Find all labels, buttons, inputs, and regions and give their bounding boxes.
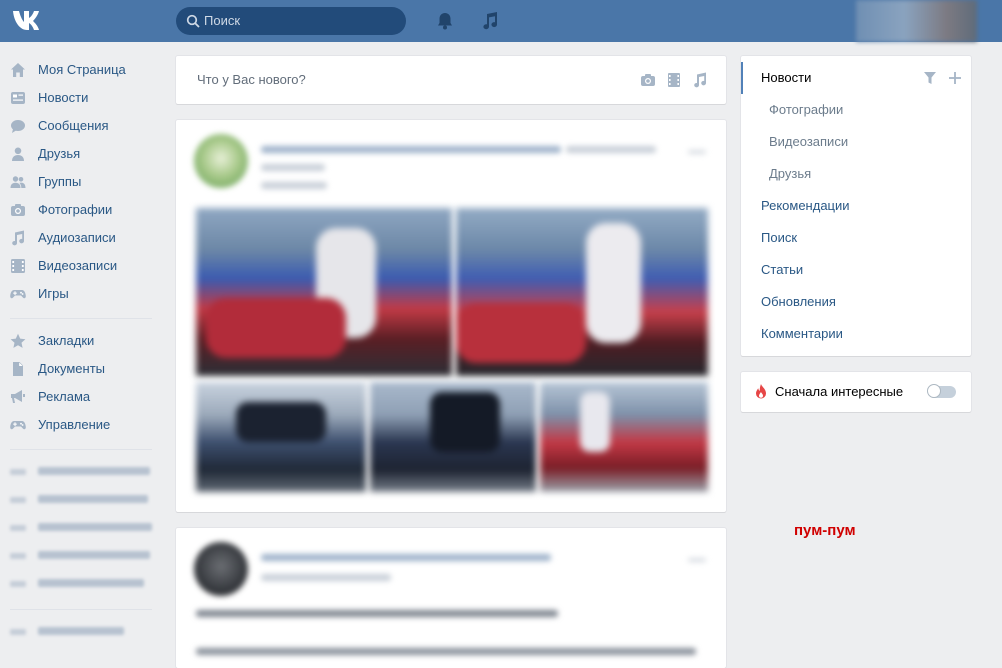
nav-photos[interactable]: Фотографии [10,196,160,224]
nav-videos[interactable]: Видеозаписи [10,252,160,280]
interesting-first-panel[interactable]: Сначала интересные [741,372,971,412]
nav-label: Видеозаписи [38,258,118,273]
interesting-first-label: Сначала интересные [775,384,904,399]
nav-label: Моя Страница [38,62,126,77]
menu-friends[interactable]: Друзья [769,158,811,190]
nav-ads[interactable]: Реклама [10,383,160,411]
feed-post [176,528,726,668]
post-options-icon[interactable] [688,150,706,154]
post-photo[interactable] [456,208,708,376]
music-icon [12,230,25,246]
post-options-icon[interactable] [688,558,706,562]
gamepad-icon [10,421,26,430]
feed-post [176,120,726,512]
plus-icon[interactable] [948,71,962,85]
fire-icon [756,384,766,399]
nav-label: Игры [38,286,69,301]
document-icon [13,362,23,376]
nav-label: Управление [38,417,111,432]
post-photo[interactable] [196,208,452,376]
nav-divider [10,449,152,450]
nav-documents[interactable]: Документы [10,355,160,383]
filter-icon[interactable] [923,71,937,85]
nav-label: Фотографии [38,202,113,217]
post-author-avatar[interactable] [194,542,248,596]
nav-my-page[interactable]: Моя Страница [10,56,160,84]
composer-placeholder: Что у Вас нового? [197,72,306,87]
news-icon [11,92,25,104]
menu-updates[interactable]: Обновления [761,286,836,318]
nav-bookmarks[interactable]: Закладки [10,327,160,355]
menu-recommendations[interactable]: Рекомендации [761,190,850,222]
post-text-line [196,648,696,655]
friend-icon [12,147,24,161]
post-date [261,182,327,189]
post-author-avatar[interactable] [194,134,248,188]
nav-messages[interactable]: Сообщения [10,112,160,140]
nav-label: Аудиозаписи [38,230,116,245]
search-icon [186,14,200,28]
nav-divider [10,318,152,319]
post-date [261,574,391,581]
post-author-name[interactable] [261,146,561,153]
nav-label: Новости [38,90,89,105]
menu-news[interactable]: Новости [761,62,811,94]
menu-articles[interactable]: Статьи [761,254,803,286]
nav-news[interactable]: Новости [10,84,160,112]
post-meta [566,146,656,153]
menu-videos[interactable]: Видеозаписи [769,126,848,158]
video-icon[interactable] [666,72,682,88]
profile-menu-avatar[interactable] [856,0,977,42]
groups-icon [10,176,26,188]
nav-audio[interactable]: Аудиозаписи [10,224,160,252]
nav-divider [10,609,152,610]
toggle-knob [927,384,941,398]
music-icon[interactable] [481,11,499,31]
post-meta [261,164,325,171]
top-header: Поиск [0,0,1002,42]
menu-comments[interactable]: Комментарии [761,318,843,350]
post-photo[interactable] [540,382,708,492]
post-author-name[interactable] [261,554,551,561]
active-indicator [741,62,743,94]
home-icon [11,63,25,77]
post-text-line [196,610,558,617]
nav-label: Группы [38,174,82,189]
overlay-caption: пум-пум [794,522,856,539]
interesting-first-toggle[interactable] [927,384,956,398]
menu-search[interactable]: Поиск [761,222,797,254]
nav-label: Документы [38,361,106,376]
nav-label: Сообщения [38,118,109,133]
menu-photos[interactable]: Фотографии [769,94,843,126]
music-icon[interactable] [692,72,708,88]
nav-games[interactable]: Игры [10,280,160,308]
post-composer[interactable]: Что у Вас нового? [176,56,726,104]
nav-management[interactable]: Управление [10,411,160,439]
messages-icon [11,120,25,133]
star-icon [10,333,26,348]
nav-groups[interactable]: Группы [10,168,160,196]
nav-label: Закладки [38,333,95,348]
vk-logo-icon[interactable] [12,9,46,31]
nav-friends[interactable]: Друзья [10,140,160,168]
nav-label: Реклама [38,389,91,404]
megaphone-icon [11,390,25,403]
news-filter-menu: Новости Фотографии Видеозаписи Друзья Ре… [741,56,971,356]
bell-icon[interactable] [436,11,454,31]
gamepad-icon [10,290,26,299]
search-placeholder: Поиск [204,13,241,28]
camera-icon [11,204,25,216]
post-photo[interactable] [370,382,536,492]
post-photo[interactable] [196,382,366,492]
nav-label: Друзья [38,146,81,161]
camera-icon[interactable] [640,72,656,88]
video-icon [11,259,25,273]
search-input[interactable]: Поиск [176,7,406,35]
